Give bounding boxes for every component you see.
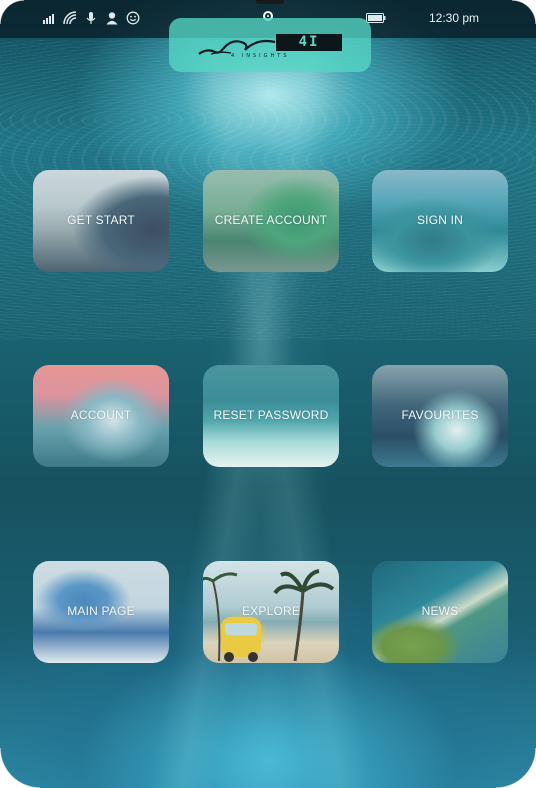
battery-icon [366,13,386,23]
wave-thumbnail [33,170,169,272]
frame-corner [512,0,536,24]
person-icon [106,12,118,25]
splash-thumbnail [33,561,169,663]
tile-label: MAIN PAGE [67,604,135,618]
status-time: 12:30 pm [429,11,480,25]
frame-corner [496,748,536,788]
app-logo[interactable]: 4I 4 INSIGHTS [169,18,371,72]
frame-corner [0,748,40,788]
reset-password-tile[interactable]: RESET PASSWORD [203,365,339,467]
tile-label: FAVOURITES [401,408,479,422]
frame-corner [0,0,24,24]
account-tile[interactable]: ACCOUNT [33,365,169,467]
logo-subtitle: 4 INSIGHTS [231,53,290,59]
explore-tile[interactable]: EXPLORE [203,561,339,663]
wave-thumbnail [203,170,339,272]
smiley-icon [126,11,140,25]
tile-label: SIGN IN [416,213,464,227]
logo-mark: 4I [276,34,342,51]
tile-label: CREATE ACCOUNT [214,213,328,227]
notch [256,0,284,4]
sign-in-tile[interactable]: SIGN IN [372,170,508,272]
wifi-icon [63,11,77,25]
tile-label: GET START [67,213,135,227]
favourites-tile[interactable]: FAVOURITES [372,365,508,467]
ocean-thumbnail [203,365,339,467]
microphone-icon [86,12,96,24]
app-screen: 12:30 pm 4I 4 INSIGHTS GET START CREATE … [0,0,536,788]
news-tile[interactable]: NEWS [372,561,508,663]
wave-thumbnail [372,170,508,272]
get-start-tile[interactable]: GET START [33,170,169,272]
wave-thumbnail [33,365,169,467]
coast-thumbnail [372,561,508,663]
tile-label: EXPLORE [241,604,301,618]
status-icons [42,11,140,25]
beach-van-thumbnail [203,561,339,663]
tile-label: ACCOUNT [70,408,132,422]
main-page-tile[interactable]: MAIN PAGE [33,561,169,663]
signal-icon [43,14,54,24]
wave-thumbnail [372,365,508,467]
palm-tree-icon [203,569,335,662]
tile-label: NEWS [421,604,459,618]
create-account-tile[interactable]: CREATE ACCOUNT [203,170,339,272]
tile-label: RESET PASSWORD [213,408,329,422]
